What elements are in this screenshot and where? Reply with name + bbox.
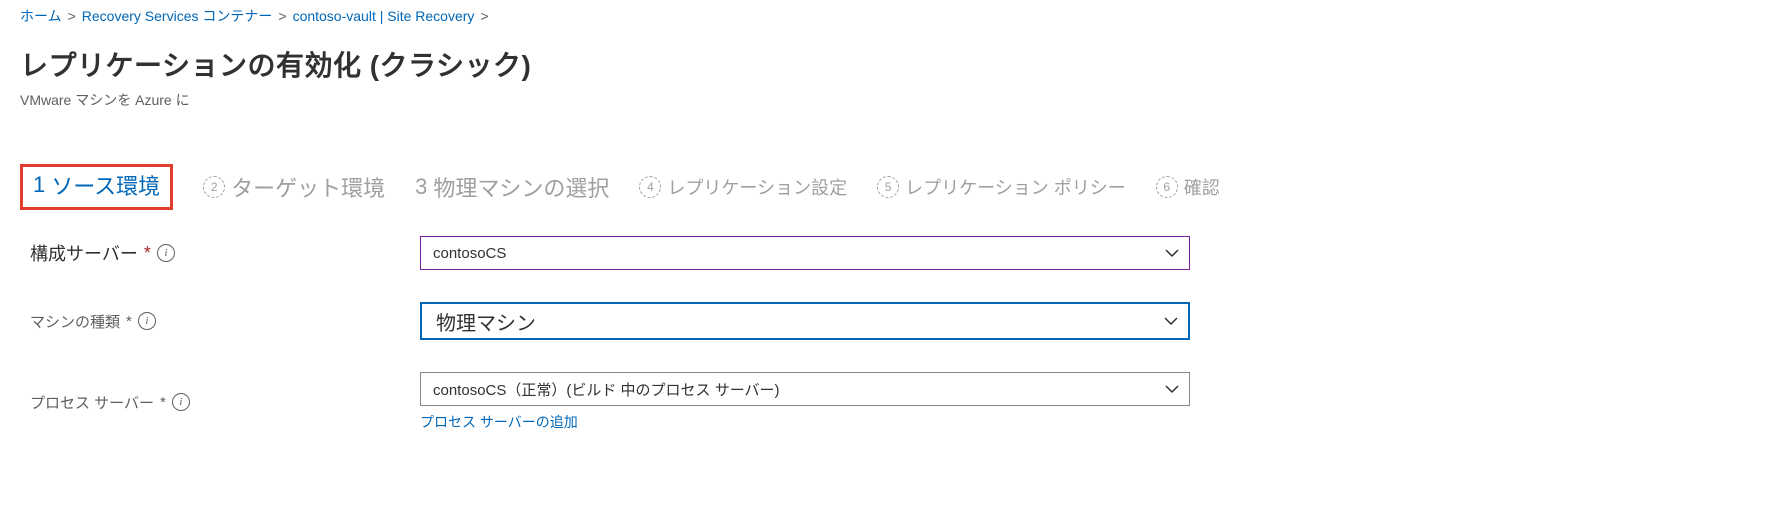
- breadcrumb-rs-containers[interactable]: Recovery Services コンテナー: [82, 6, 273, 26]
- select-value: contosoCS（正常）(ビルド 中のプロセス サーバー): [433, 379, 780, 400]
- label-config-server: 構成サーバー * i: [30, 240, 420, 266]
- add-process-server-link[interactable]: プロセス サーバーの追加: [420, 414, 578, 430]
- info-icon[interactable]: i: [138, 312, 156, 330]
- chevron-down-icon: [1165, 246, 1179, 260]
- info-icon[interactable]: i: [172, 393, 190, 411]
- step-confirm[interactable]: 6 確認: [1156, 174, 1220, 200]
- breadcrumb-home[interactable]: ホーム: [20, 6, 62, 26]
- label-process-server: プロセス サーバー * i: [30, 392, 420, 413]
- step-number: 1: [33, 172, 45, 198]
- step-number-circle: 2: [203, 176, 225, 198]
- chevron-down-icon: [1164, 314, 1178, 328]
- label-text: 構成サーバー: [30, 240, 138, 266]
- select-config-server[interactable]: contosoCS: [420, 236, 1190, 270]
- step-label: レプリケーション設定: [667, 174, 847, 200]
- step-number-circle: 5: [877, 176, 899, 198]
- add-process-server-link-wrap: プロセス サーバーの追加: [420, 412, 1190, 432]
- step-label: レプリケーション ポリシー: [905, 174, 1126, 200]
- step-number: 3: [415, 174, 427, 200]
- row-config-server: 構成サーバー * i contosoCS: [30, 236, 1769, 270]
- breadcrumb-sep-3: >: [480, 8, 488, 24]
- breadcrumb-sep-1: >: [68, 8, 76, 24]
- form-source-environment: 構成サーバー * i contosoCS マシンの種類 * i 物理マシン プロ…: [30, 236, 1769, 432]
- select-value: 物理マシン: [436, 307, 536, 336]
- step-target-env[interactable]: 2 ターゲット環境: [203, 171, 385, 203]
- row-process-server: プロセス サーバー * i contosoCS（正常）(ビルド 中のプロセス サ…: [30, 372, 1769, 432]
- breadcrumb: ホーム > Recovery Services コンテナー > contoso-…: [0, 0, 1769, 26]
- step-number-circle: 4: [639, 176, 661, 198]
- step-source-env[interactable]: 1 ソース環境: [20, 164, 173, 210]
- page-subtitle: VMware マシンを Azure に: [20, 90, 1749, 110]
- step-label: 確認: [1184, 174, 1220, 200]
- label-text: マシンの種類: [30, 311, 120, 332]
- step-number-circle: 6: [1156, 176, 1178, 198]
- label-text: プロセス サーバー: [30, 392, 154, 413]
- step-select-physical-machines[interactable]: 3 物理マシンの選択: [415, 171, 609, 203]
- step-label: ターゲット環境: [231, 171, 385, 203]
- page-title: レプリケーションの有効化 (クラシック): [20, 44, 1749, 84]
- select-machine-type[interactable]: 物理マシン: [420, 302, 1190, 340]
- info-icon[interactable]: i: [157, 244, 175, 262]
- step-label: 物理マシンの選択: [433, 171, 609, 203]
- wizard-steps: 1 ソース環境 2 ターゲット環境 3 物理マシンの選択 4 レプリケーション設…: [20, 164, 1769, 210]
- select-value: contosoCS: [433, 245, 506, 262]
- breadcrumb-vault[interactable]: contoso-vault | Site Recovery: [293, 8, 475, 24]
- select-process-server[interactable]: contosoCS（正常）(ビルド 中のプロセス サーバー): [420, 372, 1190, 406]
- required-mark: *: [126, 313, 132, 330]
- step-replication-settings[interactable]: 4 レプリケーション設定: [639, 174, 847, 200]
- step-label: ソース環境: [51, 169, 160, 201]
- page-header: レプリケーションの有効化 (クラシック) VMware マシンを Azure に: [0, 26, 1769, 110]
- chevron-down-icon: [1165, 382, 1179, 396]
- label-machine-type: マシンの種類 * i: [30, 311, 420, 332]
- row-machine-type: マシンの種類 * i 物理マシン: [30, 302, 1769, 340]
- step-replication-policy[interactable]: 5 レプリケーション ポリシー: [877, 174, 1126, 200]
- required-mark: *: [160, 394, 166, 411]
- required-mark: *: [144, 243, 151, 264]
- breadcrumb-sep-2: >: [278, 8, 286, 24]
